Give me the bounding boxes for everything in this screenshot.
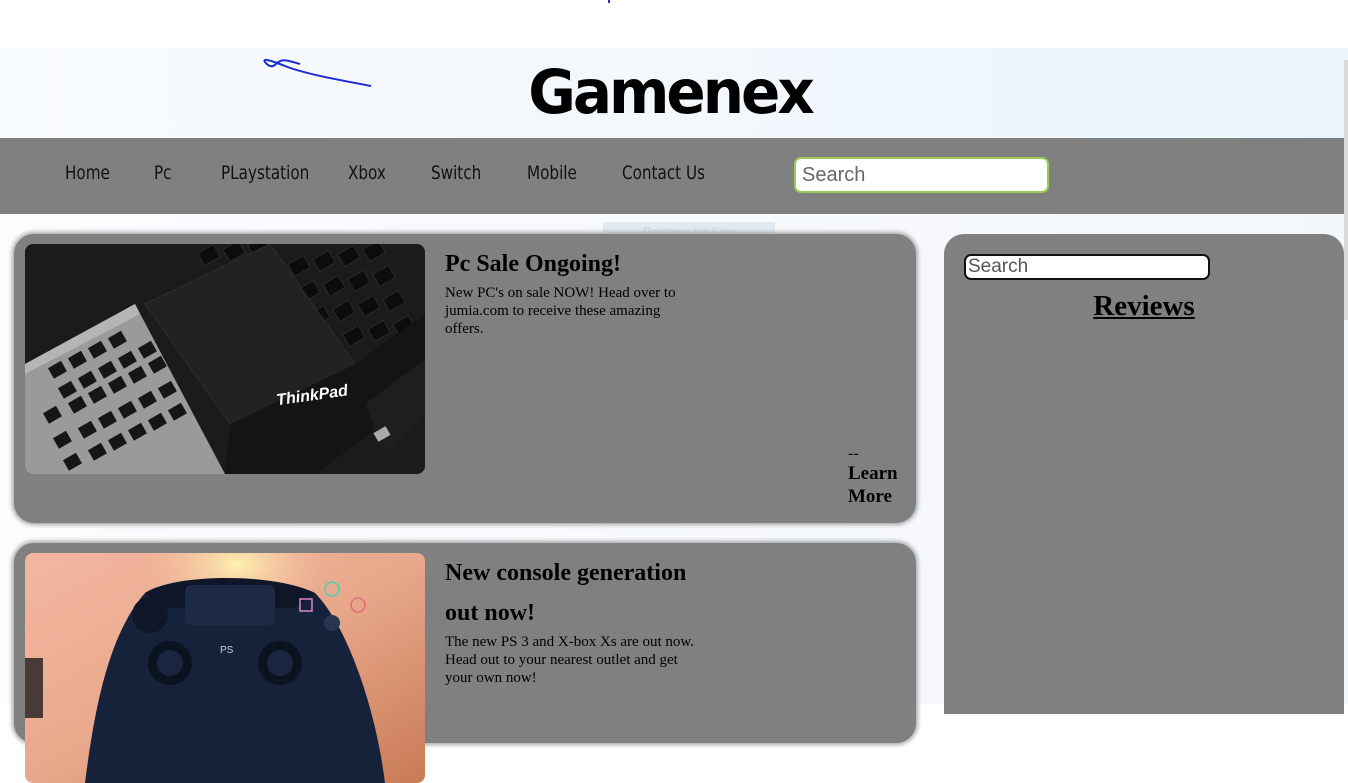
reviews-heading[interactable]: Reviews xyxy=(944,290,1344,323)
pen-dot xyxy=(608,0,610,3)
nav-contact-us[interactable]: Contact Us xyxy=(622,162,705,184)
post-excerpt: New PC's on sale NOW! Head over to jumia… xyxy=(445,285,676,337)
post-card-new-console: PS New console generation out now! The n… xyxy=(14,543,916,783)
learn-more-link[interactable]: -- Learn More xyxy=(848,446,908,508)
nav-xbox[interactable]: Xbox xyxy=(348,162,386,184)
post-title: Pc Sale Ongoing! xyxy=(445,251,622,277)
nav-search-input[interactable] xyxy=(794,157,1049,193)
nav-playstation[interactable]: PLaystation xyxy=(221,162,309,184)
post-excerpt: The new PS 3 and X-box Xs are out now. H… xyxy=(445,634,694,686)
learn-more-dash: -- xyxy=(848,445,859,462)
post-card-pc-sale: ThinkPad Pc Sale Ongoing! New PC's on sa… xyxy=(14,234,916,523)
controller-image: PS xyxy=(25,553,425,783)
learn-more-label[interactable]: Learn More xyxy=(848,463,898,507)
nav-mobile[interactable]: Mobile xyxy=(527,162,577,184)
nav-home[interactable]: Home xyxy=(65,162,110,184)
nav-pc[interactable]: Pc xyxy=(154,162,172,184)
nav-switch[interactable]: Switch xyxy=(431,162,481,184)
page-scrollbar[interactable] xyxy=(1344,60,1348,320)
site-logo[interactable]: Gamenex xyxy=(0,56,1340,127)
reviews-sidebar: Reviews xyxy=(944,234,1344,714)
sidebar-search-input[interactable] xyxy=(964,254,1210,280)
post-title: New console generation out now! xyxy=(445,560,687,626)
laptop-keyboard-image: ThinkPad xyxy=(25,244,425,474)
svg-text:PS: PS xyxy=(220,645,234,656)
